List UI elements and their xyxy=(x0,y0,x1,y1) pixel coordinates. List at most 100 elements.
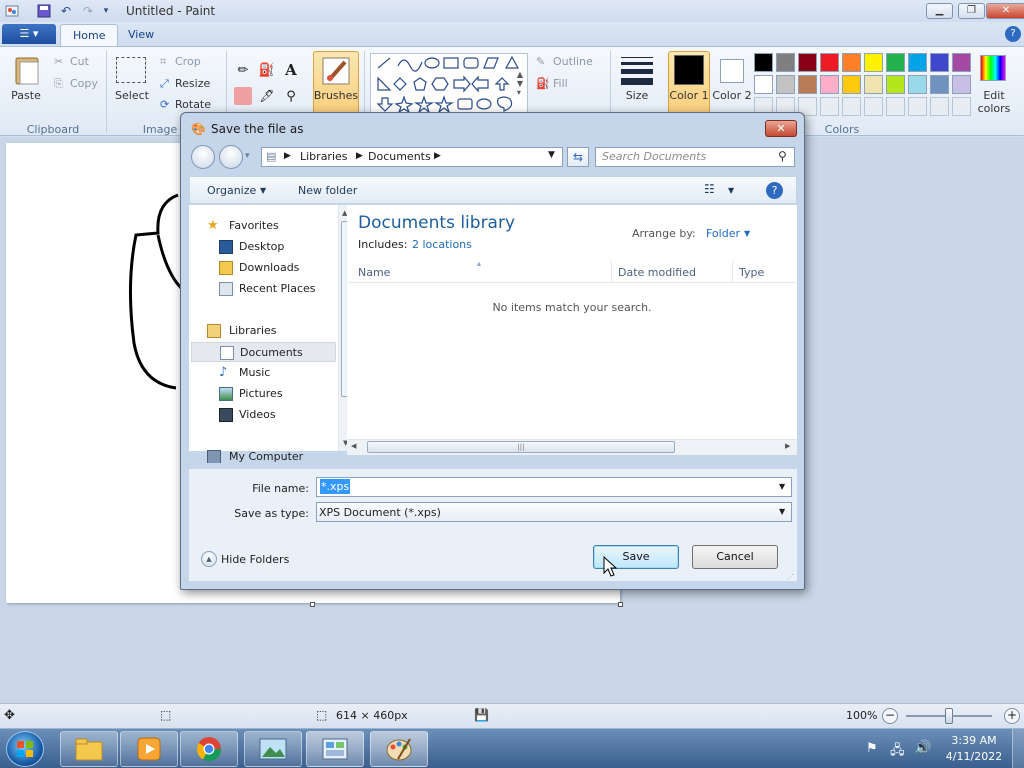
scroll-right-icon[interactable]: ▶ xyxy=(785,442,790,450)
color-swatch[interactable] xyxy=(886,53,905,72)
tab-view[interactable]: View xyxy=(116,24,166,46)
nav-favorites[interactable]: ★ Favorites xyxy=(189,216,336,236)
select-icon[interactable] xyxy=(116,57,146,83)
nav-libraries[interactable]: Libraries xyxy=(189,321,336,341)
restore-button[interactable]: ❐ xyxy=(958,3,985,19)
edit-colors-button[interactable]: Edit colors xyxy=(972,89,1016,115)
nav-music[interactable]: ♪ Music xyxy=(189,363,336,383)
canvas-resize-handle-corner[interactable] xyxy=(618,602,623,607)
magnifier-icon[interactable]: ⚲ xyxy=(282,87,300,105)
text-tool-icon[interactable]: A xyxy=(282,61,300,79)
show-desktop-button[interactable] xyxy=(1012,729,1024,768)
paste-button[interactable]: Paste xyxy=(6,89,46,102)
color-swatch[interactable] xyxy=(820,53,839,72)
zoom-out-button[interactable]: − xyxy=(882,708,898,724)
copy-button[interactable]: Copy xyxy=(70,77,98,90)
color-swatch[interactable] xyxy=(842,53,861,72)
outline-button[interactable]: Outline xyxy=(553,55,593,68)
select-button[interactable]: Select xyxy=(112,89,152,102)
nav-desktop[interactable]: Desktop xyxy=(189,237,336,257)
nav-videos[interactable]: Videos xyxy=(189,405,336,425)
zoom-in-button[interactable]: + xyxy=(1004,708,1020,724)
dialog-close-button[interactable]: ✕ xyxy=(765,120,797,137)
paste-icon[interactable] xyxy=(12,53,42,87)
nav-pictures[interactable]: Pictures xyxy=(189,384,336,404)
color-swatch[interactable] xyxy=(952,75,971,94)
custom-color-slot[interactable] xyxy=(908,97,927,116)
media-player-taskbar-button[interactable] xyxy=(120,731,178,767)
scroll-left-icon[interactable]: ◀ xyxy=(351,442,356,450)
network-icon[interactable]: 🖧 xyxy=(890,741,905,763)
color-swatch[interactable] xyxy=(886,75,905,94)
customize-quick-access-icon[interactable]: ▾ xyxy=(98,3,114,19)
search-input[interactable]: Search Documents ⚲ xyxy=(595,147,795,167)
chrome-taskbar-button[interactable] xyxy=(180,731,238,767)
undo-icon[interactable]: ↶ xyxy=(58,3,74,19)
color-swatch[interactable] xyxy=(952,53,971,72)
start-button[interactable] xyxy=(6,731,44,767)
color-swatch[interactable] xyxy=(776,75,795,94)
color-swatch[interactable] xyxy=(754,75,773,94)
custom-color-slot[interactable] xyxy=(842,97,861,116)
color-swatch[interactable] xyxy=(754,53,773,72)
back-button[interactable] xyxy=(191,145,215,169)
custom-color-slot[interactable] xyxy=(952,97,971,116)
custom-color-slot[interactable] xyxy=(820,97,839,116)
includes-locations-link[interactable]: 2 locations xyxy=(412,238,472,251)
column-date-modified[interactable]: Date modified xyxy=(618,266,696,279)
help-icon[interactable]: ? xyxy=(1005,26,1021,42)
color-swatch[interactable] xyxy=(798,75,817,94)
color-swatch[interactable] xyxy=(864,53,883,72)
color2-swatch[interactable] xyxy=(720,59,744,83)
horizontal-scroll-thumb[interactable]: ||| xyxy=(367,441,675,453)
color-swatch[interactable] xyxy=(864,75,883,94)
forward-button[interactable] xyxy=(219,145,243,169)
column-type[interactable]: Type xyxy=(739,266,764,279)
arrange-by-dropdown[interactable]: Folder xyxy=(706,227,740,240)
close-window-button[interactable]: ✕ xyxy=(986,3,1024,19)
color-swatch[interactable] xyxy=(930,53,949,72)
control-panel-taskbar-button[interactable] xyxy=(306,731,364,767)
minimize-button[interactable]: ▁ xyxy=(926,3,953,19)
shapes-scroll-arrows[interactable]: ▲ ▼ ▾ xyxy=(514,53,526,113)
file-name-input[interactable]: *.xps ▼ xyxy=(316,477,792,497)
size-button[interactable]: Size xyxy=(617,89,657,102)
redo-icon[interactable]: ↷ xyxy=(80,3,96,19)
resize-grip[interactable]: ⋰ xyxy=(787,573,794,581)
explorer-taskbar-button[interactable] xyxy=(60,731,118,767)
view-options-icon[interactable]: ☷ xyxy=(704,182,715,196)
rotate-button[interactable]: Rotate xyxy=(175,98,211,111)
breadcrumb-libraries[interactable]: Libraries xyxy=(300,150,348,163)
organize-button[interactable]: Organize xyxy=(207,184,256,197)
custom-color-slot[interactable] xyxy=(930,97,949,116)
canvas-resize-handle-bottom[interactable] xyxy=(310,602,315,607)
shapes-gallery[interactable] xyxy=(370,53,528,113)
color-swatch[interactable] xyxy=(776,53,795,72)
color-picker-icon[interactable]: 🖋 xyxy=(258,87,276,105)
hide-folders-icon[interactable]: ▲ xyxy=(201,551,217,567)
color2-button[interactable]: Color 2 xyxy=(712,89,752,102)
dialog-help-icon[interactable]: ? xyxy=(766,182,783,199)
volume-icon[interactable]: 🔊 xyxy=(914,740,931,756)
new-folder-button[interactable]: New folder xyxy=(298,184,357,197)
size-icon[interactable] xyxy=(619,55,655,87)
edit-colors-icon[interactable] xyxy=(980,55,1006,81)
nav-my-computer[interactable]: My Computer xyxy=(189,447,336,463)
cut-button[interactable]: Cut xyxy=(70,55,89,68)
paint-taskbar-button[interactable] xyxy=(370,731,428,767)
address-dropdown-icon[interactable]: ▼ xyxy=(548,150,555,160)
address-bar[interactable]: ▤ ▶ Libraries ▶ Documents ▶ ▼ xyxy=(261,147,563,167)
clock-time[interactable]: 3:39 AM xyxy=(944,734,1004,747)
hide-folders-button[interactable]: Hide Folders xyxy=(221,553,289,566)
nav-documents[interactable]: Documents xyxy=(191,342,336,362)
zoom-slider-thumb[interactable] xyxy=(945,708,953,724)
save-type-dropdown-icon[interactable]: ▼ xyxy=(779,503,785,521)
fill-bucket-icon[interactable]: ⛽ xyxy=(258,61,276,79)
save-icon[interactable] xyxy=(36,3,52,19)
file-name-dropdown-icon[interactable]: ▼ xyxy=(779,478,785,496)
nav-recent-places[interactable]: Recent Places xyxy=(189,279,336,299)
clock-date[interactable]: 4/11/2022 xyxy=(944,750,1004,763)
tab-home[interactable]: Home xyxy=(60,24,119,46)
paint-menu-button[interactable]: ☰ ▾ xyxy=(2,24,56,44)
file-list-horizontal-scrollbar[interactable]: ◀ ||| ▶ xyxy=(347,439,797,455)
